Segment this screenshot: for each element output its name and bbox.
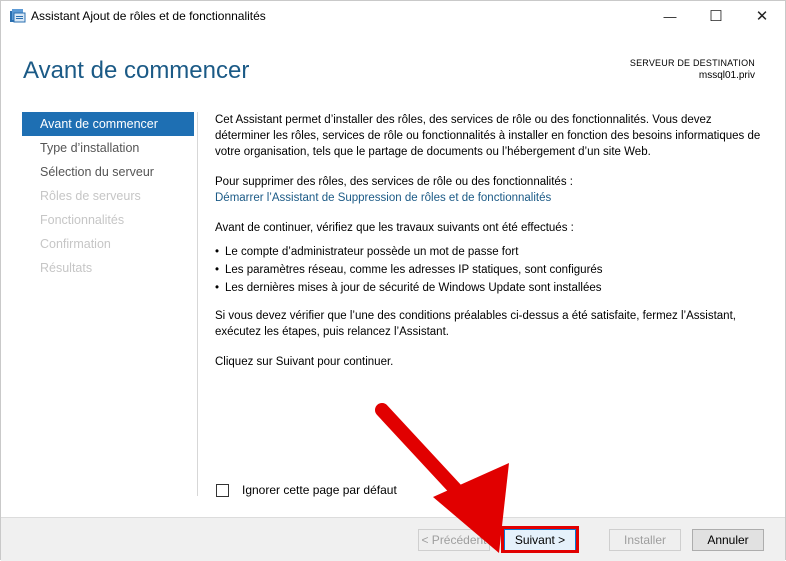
before-text: Avant de continuer, vérifiez que les tra… — [215, 222, 574, 234]
list-item: Les dernières mises à jour de sécurité d… — [215, 280, 767, 296]
close-button[interactable]: ✕ — [739, 1, 785, 31]
list-item: Le compte d’administrateur possède un mo… — [215, 244, 767, 260]
wizard-window: Assistant Ajout de rôles et de fonctionn… — [0, 0, 786, 561]
server-manager-icon — [10, 9, 26, 23]
remove-section: Pour supprimer des rôles, des services d… — [215, 174, 767, 206]
skip-page-checkbox[interactable] — [216, 483, 229, 497]
cancel-button[interactable]: Annuler — [692, 529, 764, 551]
install-button: Installer — [609, 529, 681, 551]
title-bar: Assistant Ajout de rôles et de fonctionn… — [1, 1, 785, 31]
nav-item-roles-serveurs: Rôles de serveurs — [40, 189, 141, 203]
next-button-highlight — [501, 526, 579, 553]
verify-paragraph: Si vous devez vérifier que l’une des con… — [215, 310, 736, 338]
nav-item-type-installation[interactable]: Type d’installation — [22, 136, 194, 160]
nav-item-resultats: Résultats — [40, 261, 93, 275]
next-instruction: Cliquez sur Suivant pour continuer. — [215, 356, 394, 368]
nav-item-selection-serveur[interactable]: Sélection du serveur — [22, 160, 194, 184]
destination-server-label: SERVEUR DE DESTINATION — [629, 58, 755, 68]
maximize-button[interactable]: ☐ — [693, 1, 739, 31]
skip-page-label: Ignorer cette page par défaut — [242, 483, 397, 497]
list-item: Les paramètres réseau, comme les adresse… — [215, 262, 767, 278]
close-icon: ✕ — [755, 8, 769, 25]
window-title: Assistant Ajout de rôles et de fonctionn… — [31, 9, 266, 23]
nav-item-fonctionnalites: Fonctionnalités — [40, 213, 125, 227]
skip-page-option[interactable]: Ignorer cette page par défaut — [216, 483, 397, 497]
content-panel: Cet Assistant permet d’installer des rôl… — [215, 112, 767, 384]
remove-roles-link[interactable]: Démarrer l’Assistant de Suppression de r… — [215, 192, 551, 204]
page-title: Avant de commencer — [23, 57, 250, 84]
intro-paragraph: Cet Assistant permet d’installer des rôl… — [215, 114, 761, 158]
wizard-navigation: Avant de commencer Type d’installation S… — [22, 112, 194, 280]
minimize-button[interactable]: — — [647, 1, 693, 31]
previous-button: < Précédent — [418, 529, 490, 551]
minimize-icon: — — [663, 8, 677, 24]
nav-divider — [197, 112, 198, 496]
destination-server-name: mssql01.priv — [698, 70, 755, 81]
remove-text: Pour supprimer des rôles, des services d… — [215, 176, 573, 188]
nav-item-avant-de-commencer[interactable]: Avant de commencer — [22, 112, 194, 136]
prerequisites-list: Le compte d’administrateur possède un mo… — [215, 244, 767, 296]
nav-item-confirmation: Confirmation — [40, 237, 111, 251]
maximize-icon: ☐ — [709, 8, 723, 25]
